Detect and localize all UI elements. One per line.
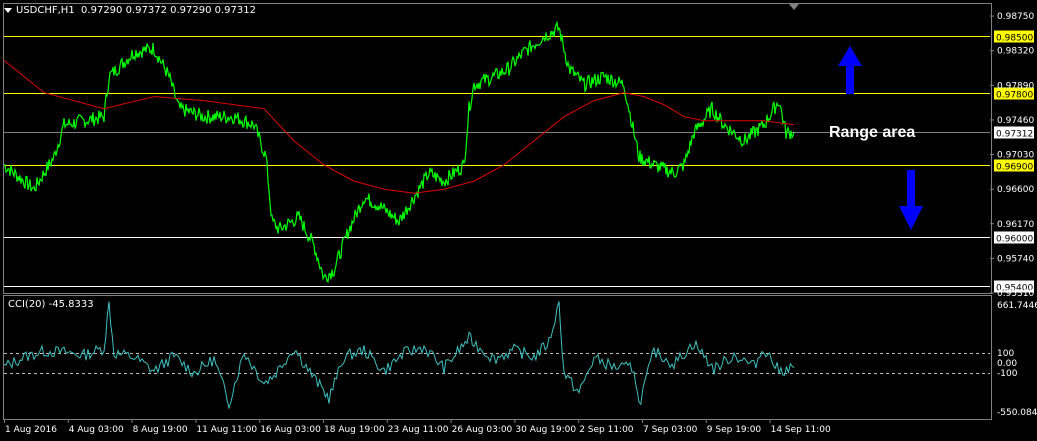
time-tick-label: 30 Aug 19:00 bbox=[515, 425, 576, 435]
cci-series bbox=[3, 301, 990, 410]
range-area-annotation: Range area bbox=[829, 124, 916, 141]
up-arrow-icon bbox=[838, 46, 862, 94]
chart-header: USDCHF,H1 0.97290 0.97372 0.97290 0.9731… bbox=[4, 5, 256, 16]
moving-average-line bbox=[3, 60, 795, 194]
price-tick-label: 0.98320 bbox=[997, 47, 1034, 57]
ohlc-values: 0.97290 0.97372 0.97290 0.97312 bbox=[81, 5, 256, 16]
level-label: 0.96900 bbox=[996, 163, 1033, 173]
cci-title: CCI(20) -45.8333 bbox=[8, 299, 94, 310]
price-tick-label: 0.97460 bbox=[997, 116, 1034, 126]
price-series bbox=[3, 20, 795, 283]
chart-canvas[interactable]: 0.985000.978000.969000.960000.954000.973… bbox=[0, 0, 1037, 441]
price-tick-label: 0.96170 bbox=[997, 220, 1034, 230]
down-arrow-icon bbox=[899, 170, 923, 230]
time-tick-label: 8 Aug 19:00 bbox=[133, 425, 188, 435]
price-axis: 0.98750 0.98320 0.97890 0.97460 0.97030 0.966… bbox=[990, 12, 1034, 299]
price-tick-label: 0.95740 bbox=[997, 254, 1034, 264]
time-axis: 1 Aug 2016 4 Aug 03:00 8 Aug 19:00 11 Aug 1… bbox=[4, 419, 831, 435]
cci-tick-label: 100 bbox=[997, 349, 1014, 359]
price-tick-label: 0.95310 bbox=[997, 289, 1034, 299]
current-price-label: 0.97312 bbox=[996, 130, 1033, 140]
time-tick-label: 18 Aug 19:00 bbox=[324, 425, 385, 435]
cci-axis: 661.7446 1000.00-100 -550.0847 bbox=[997, 301, 1037, 418]
price-panel-frame bbox=[3, 3, 992, 294]
time-tick-label: 26 Aug 03:00 bbox=[452, 425, 513, 435]
price-line bbox=[3, 20, 795, 283]
cci-tick-label: 661.7446 bbox=[997, 301, 1037, 311]
time-tick-label: 4 Aug 03:00 bbox=[69, 425, 124, 435]
menu-triangle-icon[interactable] bbox=[4, 7, 12, 13]
time-tick-label: 11 Aug 11:00 bbox=[196, 425, 257, 435]
cci-line bbox=[3, 301, 795, 410]
level-label: 0.97800 bbox=[996, 91, 1033, 101]
price-tick-label: 0.97030 bbox=[997, 151, 1034, 161]
time-tick-label: 14 Sep 11:00 bbox=[771, 425, 831, 435]
price-tick-label: 0.98750 bbox=[997, 12, 1034, 22]
price-levels: 0.985000.978000.969000.960000.954000.973… bbox=[4, 30, 1034, 294]
time-tick-label: 2 Sep 11:00 bbox=[579, 425, 634, 435]
symbol-label: USDCHF,H1 bbox=[16, 5, 75, 16]
cci-tick-label: -550.0847 bbox=[997, 408, 1037, 418]
time-tick-label: 23 Aug 11:00 bbox=[388, 425, 449, 435]
level-label: 0.98500 bbox=[996, 34, 1033, 44]
price-tick-label: 0.97890 bbox=[997, 81, 1034, 91]
cci-tick-label: 0.00 bbox=[997, 359, 1017, 369]
chart-shift-marker[interactable] bbox=[789, 4, 799, 10]
level-label: 0.96000 bbox=[996, 235, 1033, 245]
cci-tick-label: -100 bbox=[997, 369, 1018, 379]
price-tick-label: 0.96600 bbox=[997, 185, 1034, 195]
time-tick-label: 9 Sep 19:00 bbox=[707, 425, 762, 435]
time-tick-label: 16 Aug 03:00 bbox=[260, 425, 321, 435]
time-tick-label: 7 Sep 03:00 bbox=[643, 425, 698, 435]
time-tick-label: 1 Aug 2016 bbox=[5, 425, 57, 435]
